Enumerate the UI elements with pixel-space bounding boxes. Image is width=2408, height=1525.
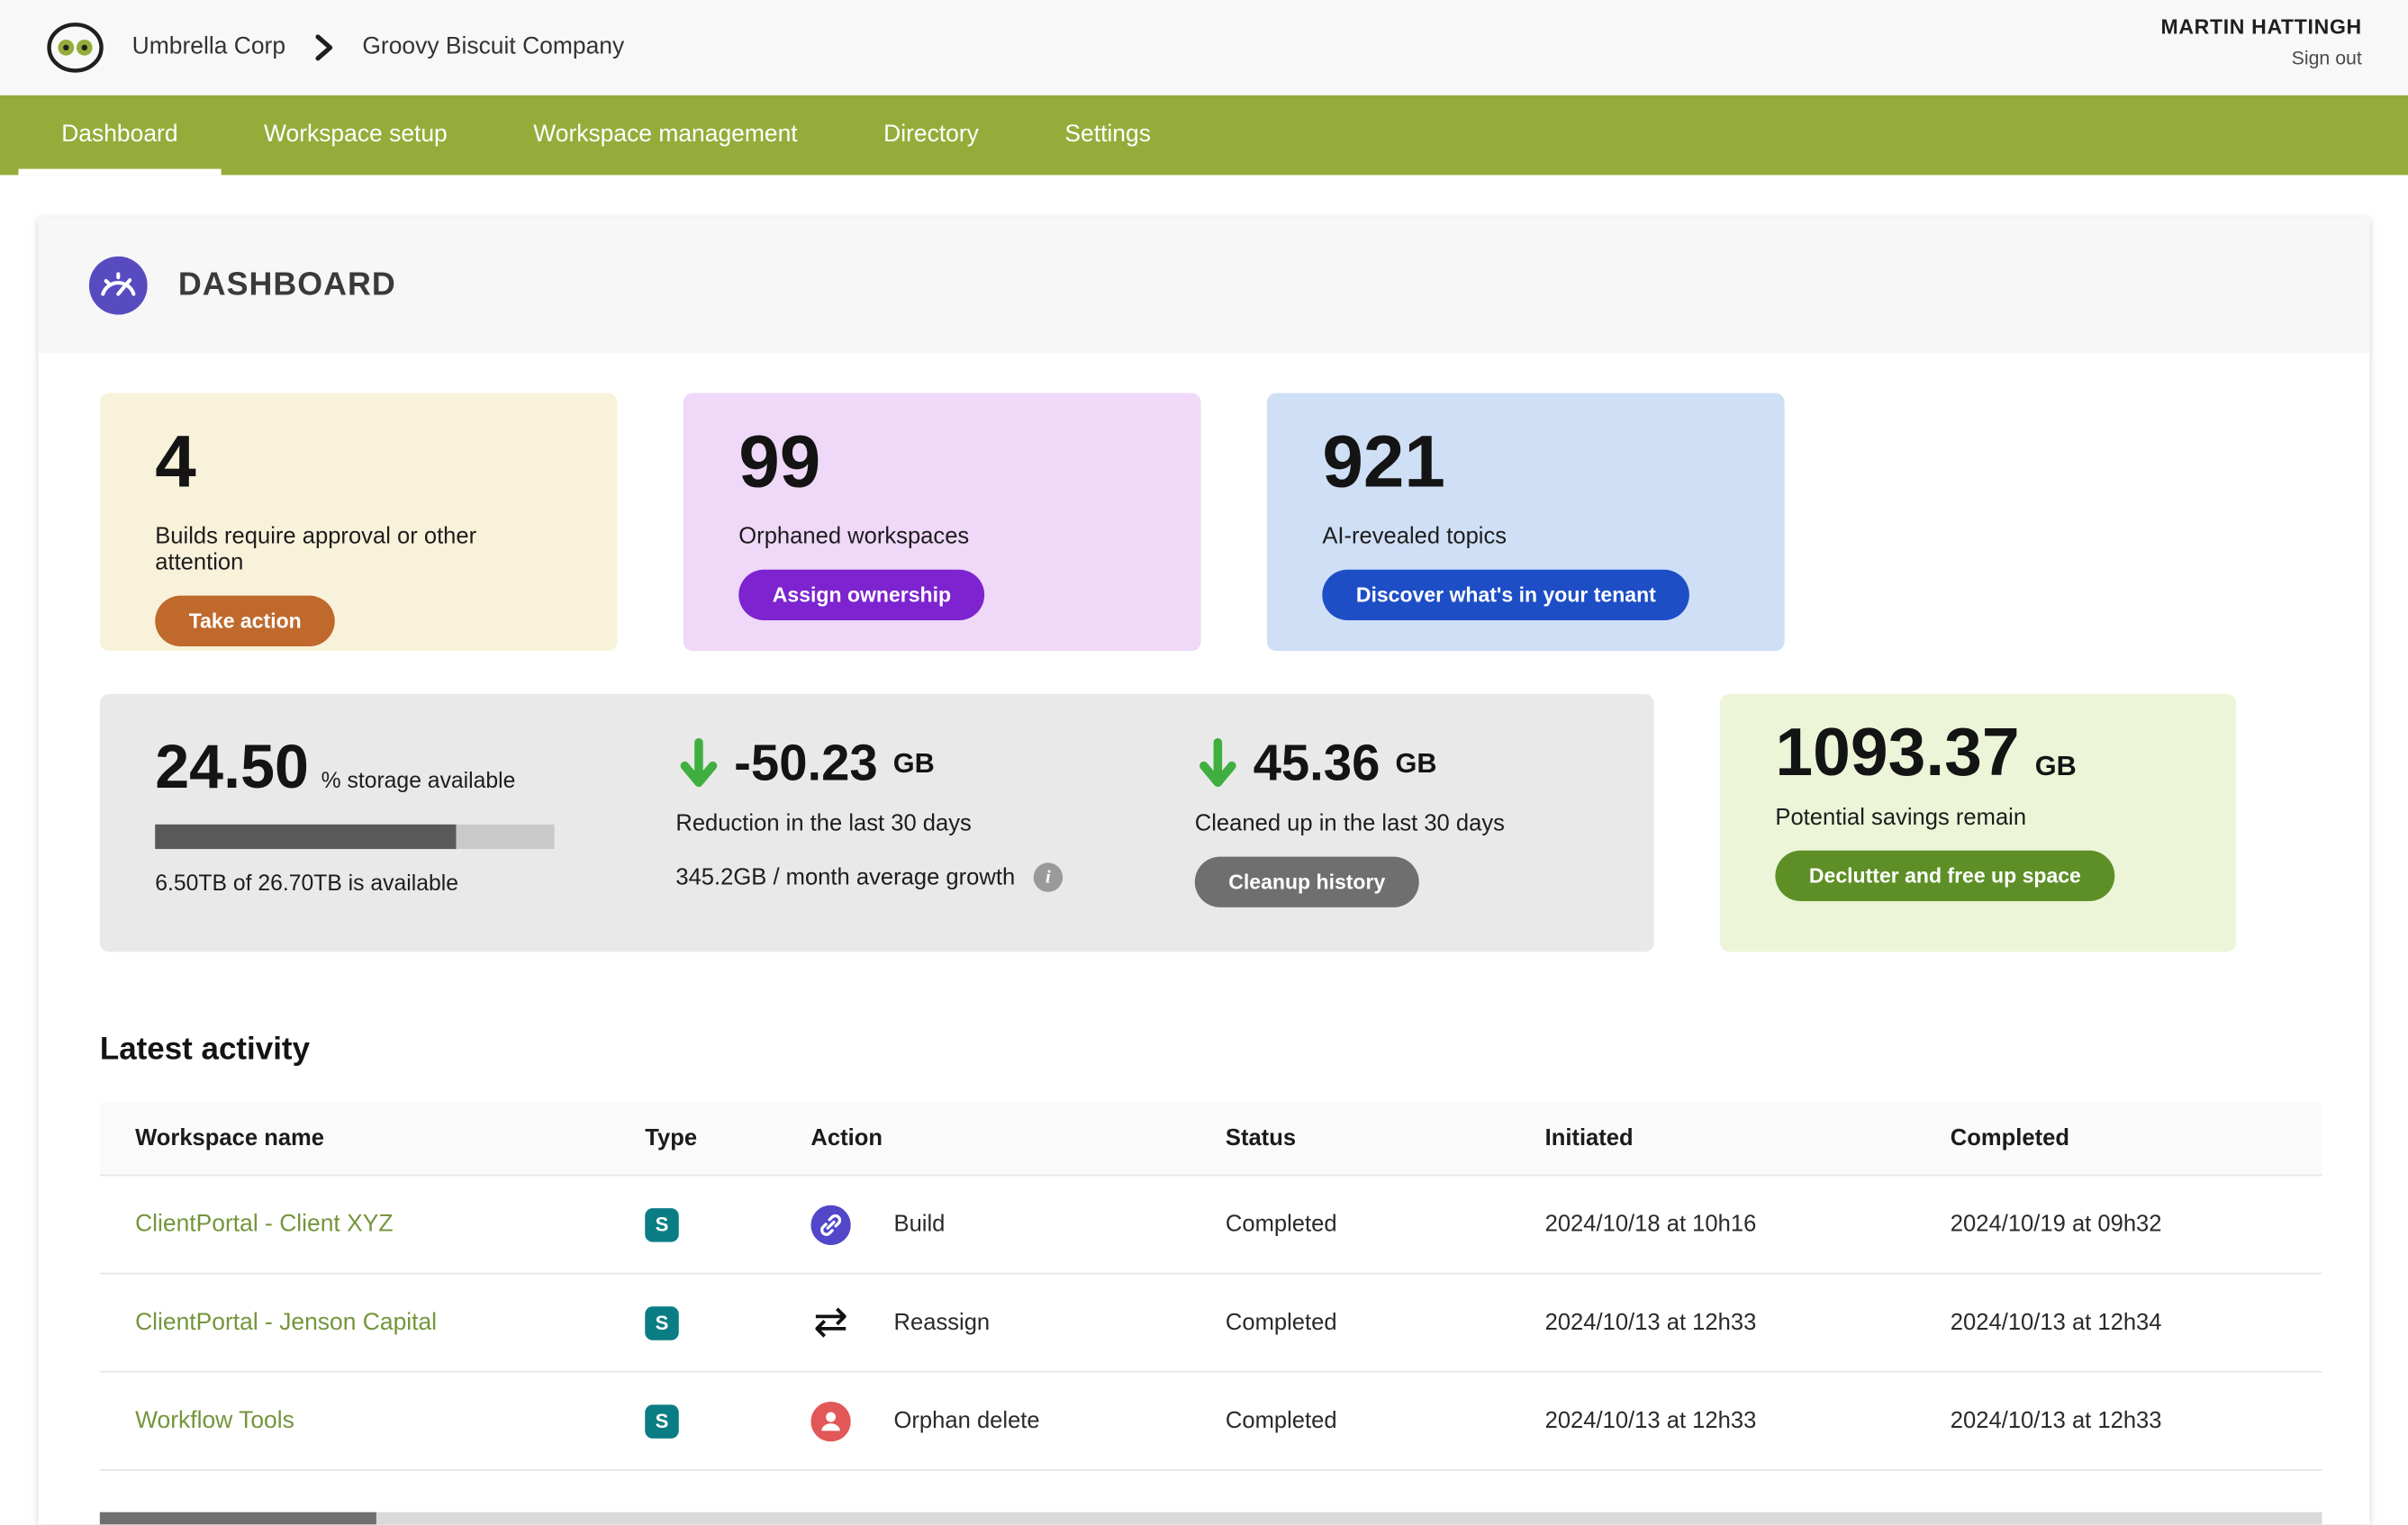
cleaned-unit: GB: [1395, 747, 1436, 780]
reduction-value: -50.23: [734, 734, 878, 792]
cleaned-value: 45.36: [1254, 734, 1381, 792]
action-label: Reassign: [894, 1310, 991, 1336]
stat-cards-row: 4 Builds require approval or other atten…: [39, 393, 2370, 652]
tab-settings[interactable]: Settings: [1022, 95, 1194, 176]
down-arrow-icon: [1195, 737, 1241, 790]
tab-workspace-setup[interactable]: Workspace setup: [221, 95, 490, 176]
completed-cell: 2024/10/19 at 09h32: [1951, 1212, 2322, 1238]
storage-progress-bar: [155, 825, 554, 849]
tab-dashboard[interactable]: Dashboard: [18, 95, 221, 176]
gauge-icon: [89, 257, 148, 315]
stat-card-builds: 4 Builds require approval or other atten…: [100, 393, 618, 652]
tab-directory[interactable]: Directory: [840, 95, 1021, 176]
storage-band: 24.50 % storage available 6.50TB of 26.7…: [100, 694, 1654, 952]
initiated-cell: 2024/10/13 at 12h33: [1545, 1408, 1951, 1434]
main-panel: DASHBOARD 4 Builds require approval or o…: [39, 218, 2370, 1524]
stat-value: 99: [738, 420, 1145, 505]
horizontal-scrollbar: [100, 1512, 2322, 1525]
cleaned-block: 45.36 GB Cleaned up in the last 30 days …: [1195, 734, 1654, 952]
stat-label: Orphaned workspaces: [738, 524, 1145, 550]
table-header: Workspace name Type Action Status Initia…: [100, 1102, 2322, 1176]
reduction-block: -50.23 GB Reduction in the last 30 days …: [675, 734, 1194, 952]
col-type: Type: [645, 1125, 810, 1151]
col-status: Status: [1226, 1125, 1545, 1151]
storage-percent-value: 24.50: [155, 734, 309, 803]
stat-card-button[interactable]: Assign ownership: [738, 570, 984, 620]
storage-availability-text: 6.50TB of 26.70TB is available: [155, 872, 675, 897]
main-nav: Dashboard Workspace setup Workspace mana…: [0, 95, 2408, 176]
stat-value: 921: [1322, 420, 1729, 505]
declutter-button[interactable]: Declutter and free up space: [1775, 851, 2114, 901]
cleaned-label: Cleaned up in the last 30 days: [1195, 810, 1654, 836]
page-title: DASHBOARD: [178, 267, 396, 304]
stat-label: Builds require approval or other attenti…: [155, 524, 562, 576]
stat-card-button[interactable]: Discover what's in your tenant: [1322, 570, 1689, 620]
stat-card-button[interactable]: Take action: [155, 596, 335, 646]
breadcrumb-company[interactable]: Groovy Biscuit Company: [362, 34, 624, 62]
status-cell: Completed: [1226, 1408, 1545, 1434]
growth-text: 345.2GB / month average growth: [675, 864, 1015, 890]
chevron-right-icon: [313, 34, 335, 62]
savings-card: 1093.37 GB Potential savings remain Decl…: [1720, 694, 2236, 952]
sharepoint-icon: S: [645, 1207, 679, 1241]
workspace-link[interactable]: ClientPortal - Client XYZ: [135, 1211, 393, 1237]
app-root: Umbrella Corp Groovy Biscuit Company MAR…: [0, 0, 2408, 1524]
breadcrumb-org[interactable]: Umbrella Corp: [132, 34, 285, 62]
sharepoint-icon: S: [645, 1305, 679, 1340]
user-block: MARTIN HATTINGH Sign out: [2160, 15, 2361, 69]
storage-percent-label: % storage available: [321, 769, 516, 793]
initiated-cell: 2024/10/13 at 12h33: [1545, 1310, 1951, 1336]
company-logo-icon[interactable]: [46, 22, 104, 74]
col-initiated: Initiated: [1545, 1125, 1951, 1151]
sign-out-link[interactable]: Sign out: [2160, 48, 2361, 69]
orphan-person-icon: [810, 1401, 850, 1440]
build-link-icon: [810, 1205, 850, 1244]
savings-value: 1093.37: [1775, 716, 2019, 792]
scrollbar-thumb[interactable]: [100, 1512, 376, 1525]
completed-cell: 2024/10/13 at 12h33: [1951, 1408, 2322, 1434]
top-bar: Umbrella Corp Groovy Biscuit Company MAR…: [0, 0, 2408, 95]
table-row: ClientPortal - Jenson Capital S ⇄ Reassi…: [100, 1274, 2322, 1372]
user-name: MARTIN HATTINGH: [2160, 15, 2361, 39]
col-completed: Completed: [1951, 1125, 2322, 1151]
table-row: Workflow Tools S Orphan delete Complete: [100, 1373, 2322, 1471]
sharepoint-icon: S: [645, 1404, 679, 1439]
down-arrow-icon: [675, 737, 721, 790]
workspace-link[interactable]: Workflow Tools: [135, 1407, 294, 1433]
status-cell: Completed: [1226, 1310, 1545, 1336]
activity-title: Latest activity: [100, 1032, 2322, 1069]
col-action: Action: [810, 1125, 1225, 1151]
savings-label: Potential savings remain: [1775, 805, 2180, 831]
reduction-label: Reduction in the last 30 days: [675, 810, 1194, 836]
tab-workspace-management[interactable]: Workspace management: [491, 95, 841, 176]
col-workspace-name: Workspace name: [135, 1125, 645, 1151]
stat-value: 4: [155, 420, 562, 505]
completed-cell: 2024/10/13 at 12h34: [1951, 1310, 2322, 1336]
savings-unit: GB: [2035, 751, 2077, 783]
storage-row: 24.50 % storage available 6.50TB of 26.7…: [39, 694, 2370, 952]
reassign-arrows-icon: ⇄: [810, 1303, 850, 1342]
cleanup-history-button[interactable]: Cleanup history: [1195, 857, 1419, 907]
stat-card-orphaned: 99 Orphaned workspaces Assign ownership: [683, 393, 1201, 652]
status-cell: Completed: [1226, 1212, 1545, 1238]
workspace-link[interactable]: ClientPortal - Jenson Capital: [135, 1309, 437, 1335]
activity-table: Workspace name Type Action Status Initia…: [100, 1102, 2322, 1470]
stat-card-ai-topics: 921 AI-revealed topics Discover what's i…: [1267, 393, 1785, 652]
reduction-unit: GB: [893, 747, 935, 780]
storage-bar-fill: [155, 825, 457, 849]
initiated-cell: 2024/10/18 at 10h16: [1545, 1212, 1951, 1238]
action-label: Orphan delete: [894, 1408, 1040, 1434]
table-row: ClientPortal - Client XYZ S: [100, 1176, 2322, 1274]
page-header: DASHBOARD: [39, 218, 2370, 353]
info-icon[interactable]: i: [1034, 862, 1063, 891]
stat-label: AI-revealed topics: [1322, 524, 1729, 550]
action-label: Build: [894, 1212, 946, 1238]
storage-available-block: 24.50 % storage available 6.50TB of 26.7…: [100, 734, 676, 952]
